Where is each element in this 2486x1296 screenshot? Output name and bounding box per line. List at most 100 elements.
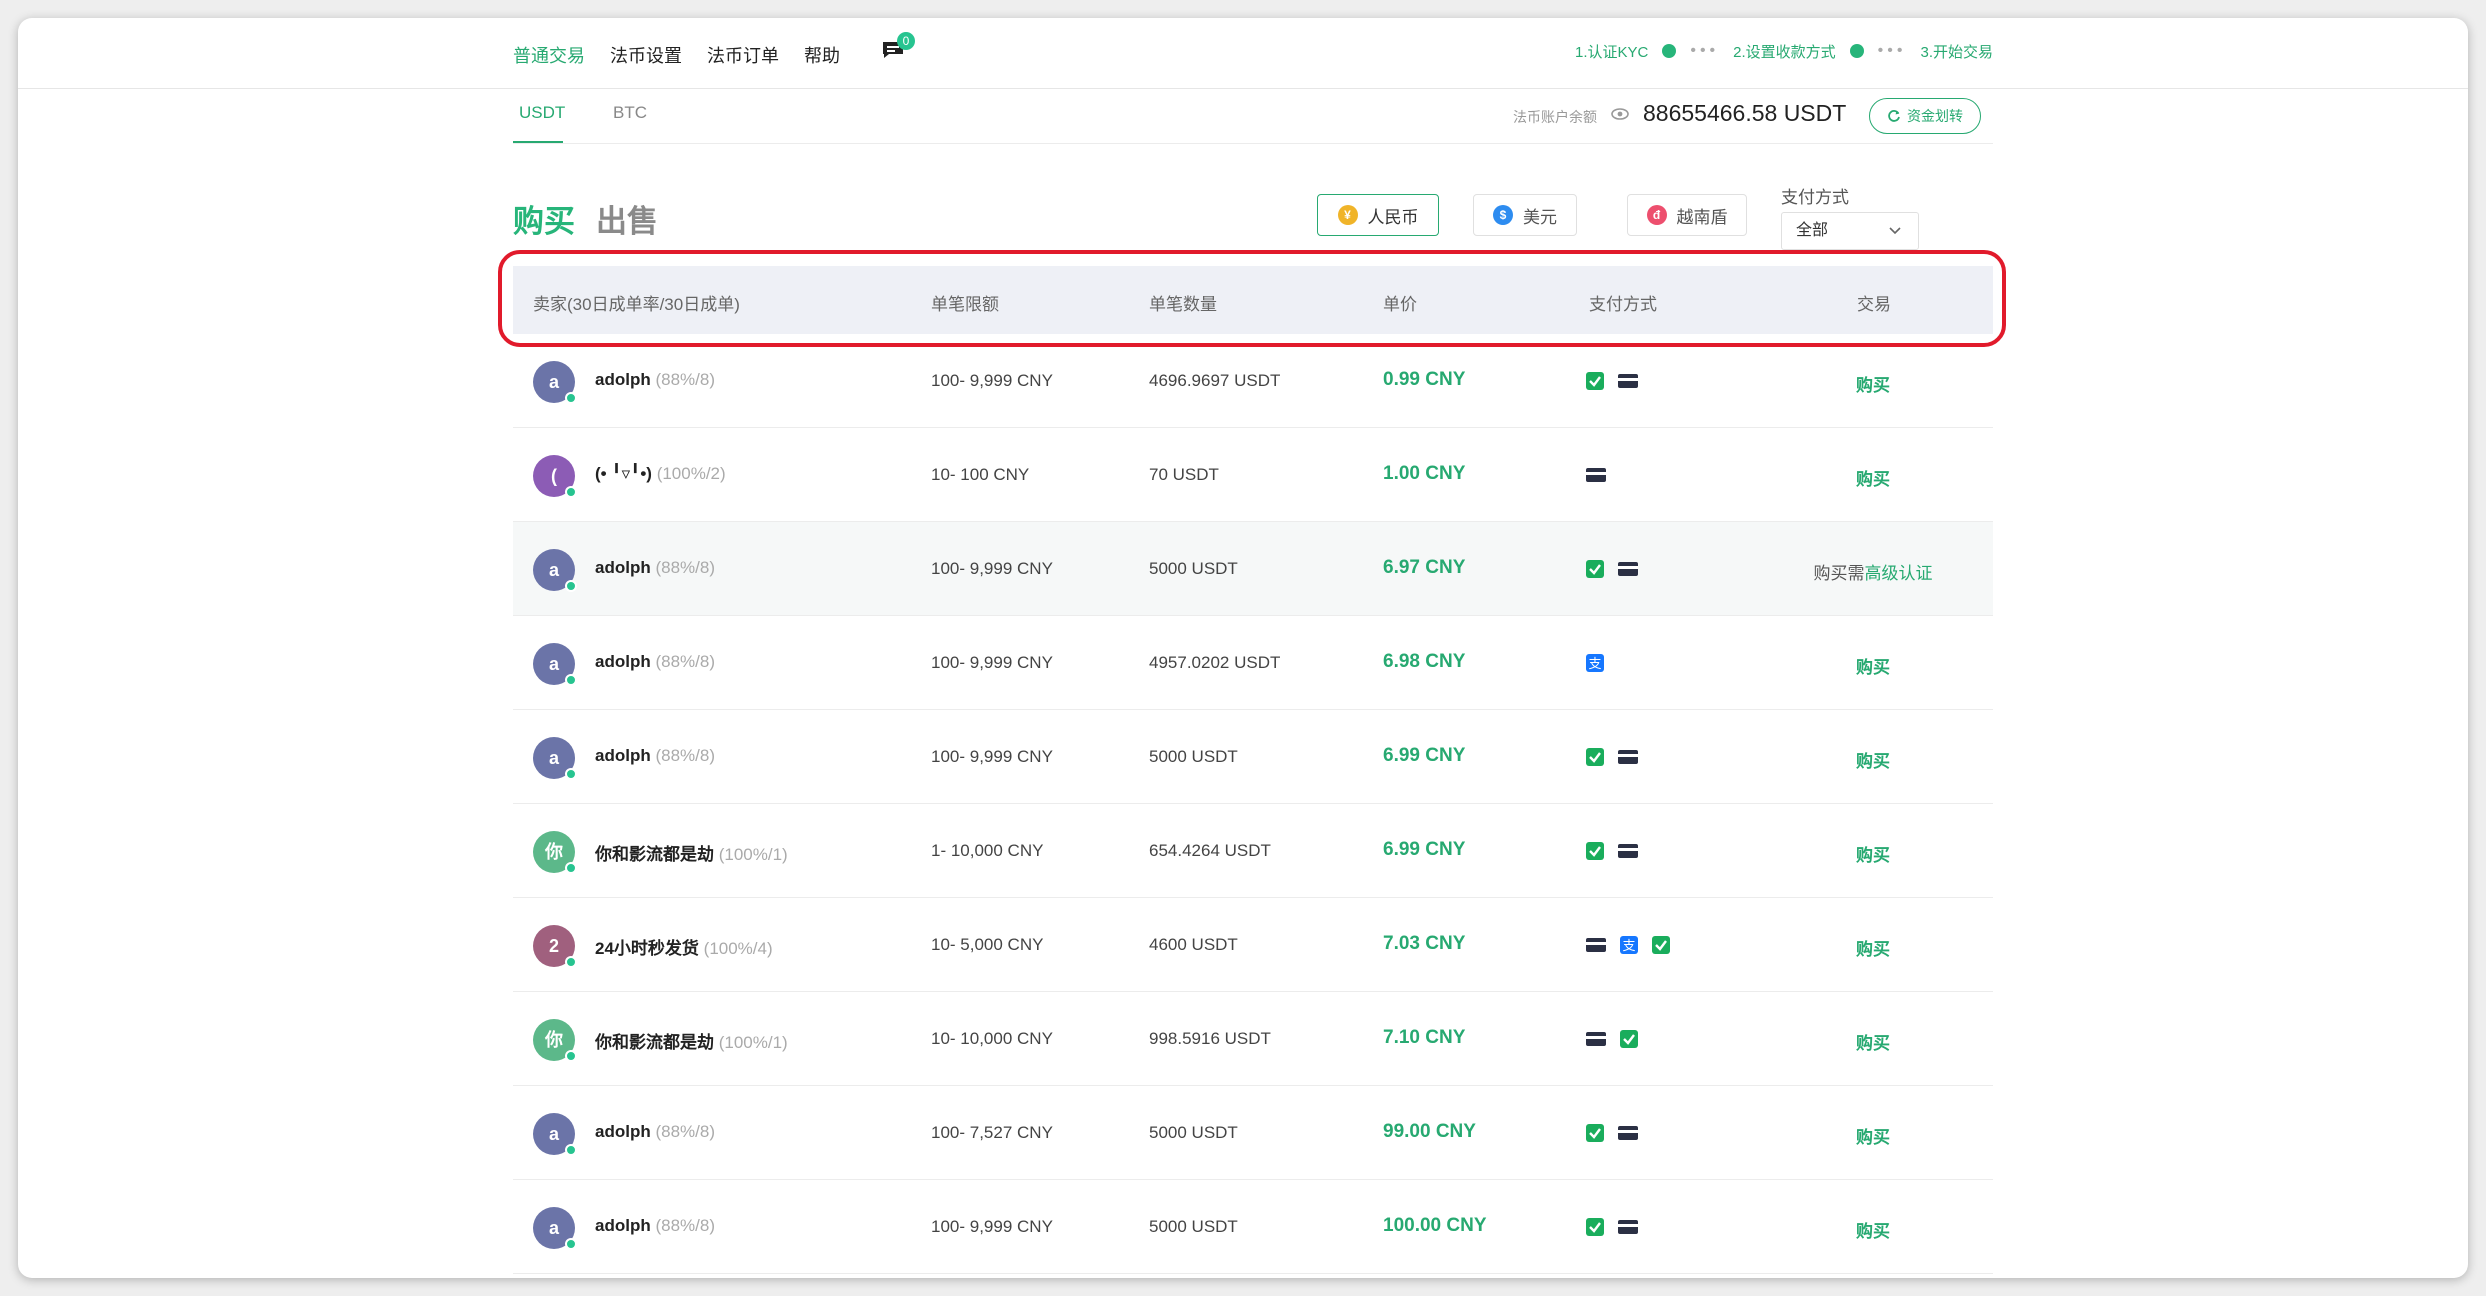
bank-card-icon xyxy=(1586,938,1606,952)
price-cell: 7.10 CNY xyxy=(1383,1027,1466,1048)
buy-tab[interactable]: 购买 xyxy=(513,196,575,241)
table-row: 你你和影流都是劫 (100%/1) 1- 10,000 CNY 654.4264 U… xyxy=(513,804,1993,898)
seller-stats: (100%/2) xyxy=(656,464,726,483)
seller-nickname: adolph xyxy=(595,370,651,389)
step-2-label[interactable]: 2.设置收款方式 xyxy=(1733,41,1836,62)
nav-help[interactable]: 帮助 xyxy=(804,42,840,68)
seller-name[interactable]: adolph (88%/8) xyxy=(595,1122,715,1142)
quantity-cell: 654.4264 USDT xyxy=(1149,841,1271,860)
seller-stats: (88%/8) xyxy=(655,1122,715,1141)
seller-name[interactable]: 你和影流都是劫 (100%/1) xyxy=(595,840,788,865)
svg-text:支: 支 xyxy=(1588,657,1601,672)
buy-button[interactable]: 购买 xyxy=(1803,371,1943,396)
limit-cell: 1- 10,000 CNY xyxy=(931,841,1044,860)
seller-nickname: 你和影流都是劫 xyxy=(595,1033,714,1052)
balance-label: 法币账户余额 xyxy=(1513,109,1597,125)
kyc-steps: 1.认证KYC ••• 2.设置收款方式 ••• 3.开始交易 xyxy=(1575,40,1993,62)
buy-button[interactable]: 购买 xyxy=(1803,1123,1943,1148)
buy-button[interactable]: 购买 xyxy=(1803,465,1943,490)
online-status-dot xyxy=(565,862,577,874)
buy-button[interactable]: 购买 xyxy=(1803,1217,1943,1242)
advanced-verification-link[interactable]: 高级认证 xyxy=(1865,564,1933,583)
table-row: a adolph (88%/8) 100- 7,527 CNY 5000 USDT 99… xyxy=(513,1086,1993,1180)
limit-cell: 10- 10,000 CNY xyxy=(931,1029,1053,1048)
payment-methods: 支 xyxy=(1585,653,1605,673)
wechat-pay-icon xyxy=(1586,1124,1604,1142)
main-content: 普通交易 法币设置 法币订单 帮助 0 1.认证KYC ••• 2.设置收款方式… xyxy=(18,18,2468,1278)
payment-methods xyxy=(1585,1123,1639,1143)
payment-methods xyxy=(1585,371,1639,391)
nav-fiat-settings[interactable]: 法币设置 xyxy=(610,42,682,68)
quantity-cell: 5000 USDT xyxy=(1149,1123,1238,1142)
payment-filter-label: 支付方式 xyxy=(1781,188,1849,207)
transfer-button[interactable]: 资金划转 xyxy=(1869,98,1981,134)
seller-name[interactable]: 24小时秒发货 (100%/4) xyxy=(595,934,773,959)
fiat-label: 人民币 xyxy=(1367,207,1419,227)
seller-name[interactable]: adolph (88%/8) xyxy=(595,652,715,672)
seller-name[interactable]: adolph (88%/8) xyxy=(595,1216,715,1236)
limit-cell: 100- 7,527 CNY xyxy=(931,1123,1053,1142)
quantity-cell: 5000 USDT xyxy=(1149,1217,1238,1236)
fiat-cny-button[interactable]: ¥ 人民币 xyxy=(1317,194,1439,236)
bank-card-icon xyxy=(1618,1220,1638,1234)
buy-button[interactable]: 购买 xyxy=(1803,935,1943,960)
bank-card-icon xyxy=(1618,562,1638,576)
nav-fiat-orders[interactable]: 法币订单 xyxy=(707,42,779,68)
header-highlight-box xyxy=(498,250,2006,347)
fiat-vnd-button[interactable]: đ 越南盾 xyxy=(1627,194,1747,236)
payment-methods xyxy=(1585,841,1639,861)
eye-icon[interactable] xyxy=(1611,106,1629,122)
buy-button[interactable]: 购买 xyxy=(1803,1029,1943,1054)
payment-filter-select[interactable]: 全部 xyxy=(1781,212,1919,250)
seller-name[interactable]: adolph (88%/8) xyxy=(595,746,715,766)
seller-name[interactable]: (• ╹▿╹•) (100%/2) xyxy=(595,464,726,484)
seller-name[interactable]: 你和影流都是劫 (100%/1) xyxy=(595,1028,788,1053)
payment-methods xyxy=(1585,465,1607,485)
payment-methods xyxy=(1585,1029,1639,1049)
step-3-label[interactable]: 3.开始交易 xyxy=(1920,41,1993,62)
fiat-usd-button[interactable]: $ 美元 xyxy=(1473,194,1577,236)
price-cell: 0.99 CNY xyxy=(1383,369,1466,390)
tab-btc[interactable]: BTC xyxy=(613,103,647,123)
buy-button[interactable]: 购买 xyxy=(1803,841,1943,866)
payment-methods xyxy=(1585,1217,1639,1237)
tab-usdt[interactable]: USDT xyxy=(519,103,565,123)
wechat-pay-icon xyxy=(1586,748,1604,766)
divider xyxy=(513,143,1993,144)
quantity-cell: 4957.0202 USDT xyxy=(1149,653,1281,672)
seller-nickname: adolph xyxy=(595,652,651,671)
seller-stats: (100%/4) xyxy=(703,939,773,958)
divider xyxy=(18,88,2468,89)
seller-nickname: 24小时秒发货 xyxy=(595,939,699,958)
yuan-icon: ¥ xyxy=(1337,205,1358,225)
step-1-dot xyxy=(1662,44,1677,58)
buy-button[interactable]: 购买 xyxy=(1803,747,1943,772)
price-cell: 7.03 CNY xyxy=(1383,933,1466,954)
dollar-icon: $ xyxy=(1493,205,1513,225)
payment-methods xyxy=(1585,559,1639,579)
alipay-icon: 支 xyxy=(1586,654,1604,672)
seller-nickname: adolph xyxy=(595,1216,651,1235)
step-1-label[interactable]: 1.认证KYC xyxy=(1575,41,1648,62)
price-cell: 100.00 CNY xyxy=(1383,1215,1487,1236)
price-cell: 6.99 CNY xyxy=(1383,745,1466,766)
online-status-dot xyxy=(565,1144,577,1156)
seller-nickname: adolph xyxy=(595,558,651,577)
seller-nickname: (• ╹▿╹•) xyxy=(595,464,652,483)
bank-card-icon xyxy=(1618,1126,1638,1140)
step-separator: ••• xyxy=(1690,42,1720,59)
online-status-dot xyxy=(565,1238,577,1250)
quantity-cell: 998.5916 USDT xyxy=(1149,1029,1271,1048)
seller-stats: (88%/8) xyxy=(655,746,715,765)
online-status-dot xyxy=(565,1050,577,1062)
seller-name[interactable]: adolph (88%/8) xyxy=(595,558,715,578)
step-2-dot xyxy=(1849,44,1864,58)
bank-card-icon xyxy=(1586,468,1606,482)
wechat-pay-icon xyxy=(1586,372,1604,390)
seller-nickname: adolph xyxy=(595,746,651,765)
seller-name[interactable]: adolph (88%/8) xyxy=(595,370,715,390)
sell-tab[interactable]: 出售 xyxy=(596,196,658,241)
nav-normal-trade[interactable]: 普通交易 xyxy=(513,42,585,68)
buy-button[interactable]: 购买 xyxy=(1803,653,1943,678)
price-cell: 6.99 CNY xyxy=(1383,839,1466,860)
